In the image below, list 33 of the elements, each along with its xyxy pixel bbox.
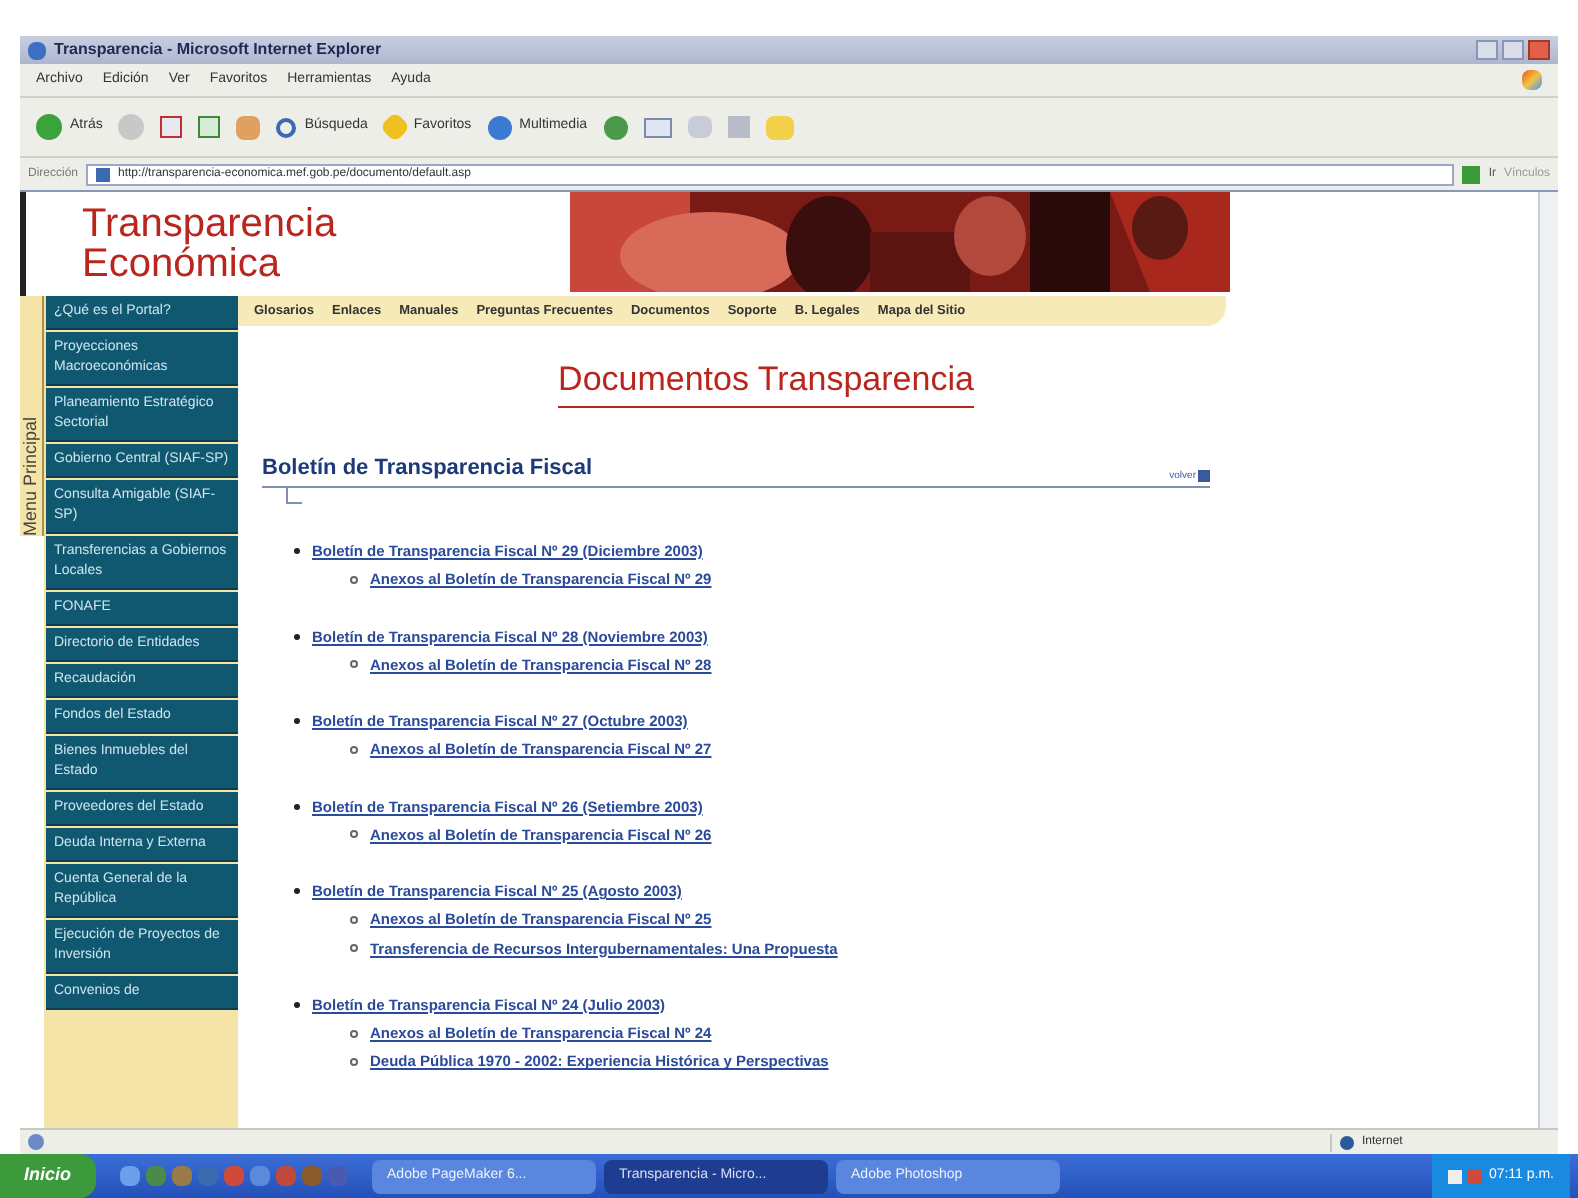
bullet-icon: [294, 718, 300, 725]
logo-text: Económica: [82, 244, 280, 284]
bullet-icon: [294, 1001, 300, 1008]
logo-text: Transparencia: [82, 204, 339, 244]
bullet-icon: [350, 660, 358, 669]
bullet-icon: [350, 830, 358, 839]
quick-launch-icon[interactable]: [249, 1166, 270, 1186]
minimize-button[interactable]: [1476, 40, 1498, 60]
bullet-icon: [294, 633, 300, 640]
page-title: Documentos Transparencia: [558, 354, 974, 407]
maximize-button[interactable]: [1502, 40, 1524, 60]
quick-launch-icon[interactable]: [145, 1166, 166, 1186]
bullet-icon: [350, 1057, 358, 1066]
bullet-icon: [350, 575, 358, 584]
section-title: Boletín de Transparencia Fiscal: [262, 453, 593, 483]
quick-launch-icon[interactable]: [327, 1166, 348, 1186]
quick-launch-icon[interactable]: [301, 1166, 322, 1186]
bullet-icon: [350, 944, 358, 953]
scrollbar[interactable]: [1538, 192, 1558, 1128]
quick-launch-icon[interactable]: [119, 1166, 140, 1186]
bullet-icon: [350, 1029, 358, 1038]
bullet-icon: [294, 803, 300, 810]
quick-launch-icon[interactable]: [171, 1166, 192, 1186]
bullet-icon: [294, 548, 300, 555]
window-title: Transparencia - Microsoft Internet Explorer: [54, 38, 382, 62]
start-button[interactable]: Inicio: [0, 1154, 96, 1198]
close-button[interactable]: [1528, 40, 1550, 60]
quick-launch-icon[interactable]: [197, 1166, 218, 1186]
bullet-icon: [294, 888, 300, 895]
bullet-icon: [350, 745, 358, 754]
bullet-icon: [350, 915, 358, 924]
quick-launch-icon[interactable]: [275, 1166, 296, 1186]
quick-launch-icon[interactable]: [223, 1166, 244, 1186]
